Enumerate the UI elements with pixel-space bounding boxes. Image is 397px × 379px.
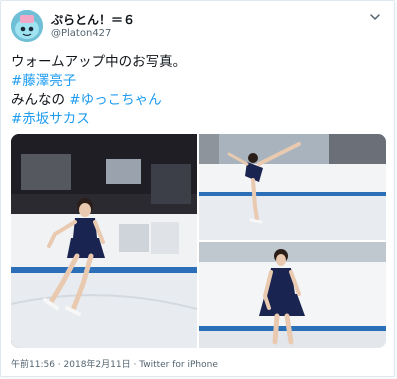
tweet-time[interactable]: 午前11:56 bbox=[11, 360, 55, 370]
photo-2[interactable] bbox=[199, 134, 386, 240]
meta-separator: · bbox=[130, 360, 140, 370]
media-grid bbox=[11, 134, 386, 348]
tweet-source[interactable]: Twitter for iPhone bbox=[139, 360, 218, 370]
photo-1[interactable] bbox=[11, 134, 197, 348]
tweet-meta: 午前11:56 · 2018年2月11日 · Twitter for iPhon… bbox=[11, 357, 218, 370]
tweet-text-fragment: みんなの bbox=[11, 92, 70, 108]
tweet-text: ウォームアップ中のお写真。 #藤澤亮子 みんなの #ゆっこちゃん #赤坂サカス bbox=[11, 53, 381, 129]
user-handle[interactable]: @Platon427 bbox=[51, 28, 111, 39]
more-options-icon[interactable] bbox=[368, 9, 382, 23]
photo-3[interactable] bbox=[199, 242, 386, 348]
tweet-card: ぷらとん！＝６ @Platon427 ウォームアップ中のお写真。 #藤澤亮子 み… bbox=[0, 0, 395, 377]
meta-separator: · bbox=[54, 360, 64, 370]
avatar-icon bbox=[11, 10, 43, 42]
tweet-text-line: ウォームアップ中のお写真。 bbox=[11, 54, 187, 70]
hashtag-link[interactable]: #藤澤亮子 bbox=[11, 73, 76, 89]
display-name[interactable]: ぷらとん！＝６ bbox=[51, 11, 135, 28]
avatar[interactable] bbox=[11, 10, 43, 42]
hashtag-link[interactable]: #ゆっこちゃん bbox=[69, 92, 161, 108]
tweet-date[interactable]: 2018年2月11日 bbox=[64, 360, 131, 370]
hashtag-link[interactable]: #赤坂サカス bbox=[11, 111, 90, 127]
